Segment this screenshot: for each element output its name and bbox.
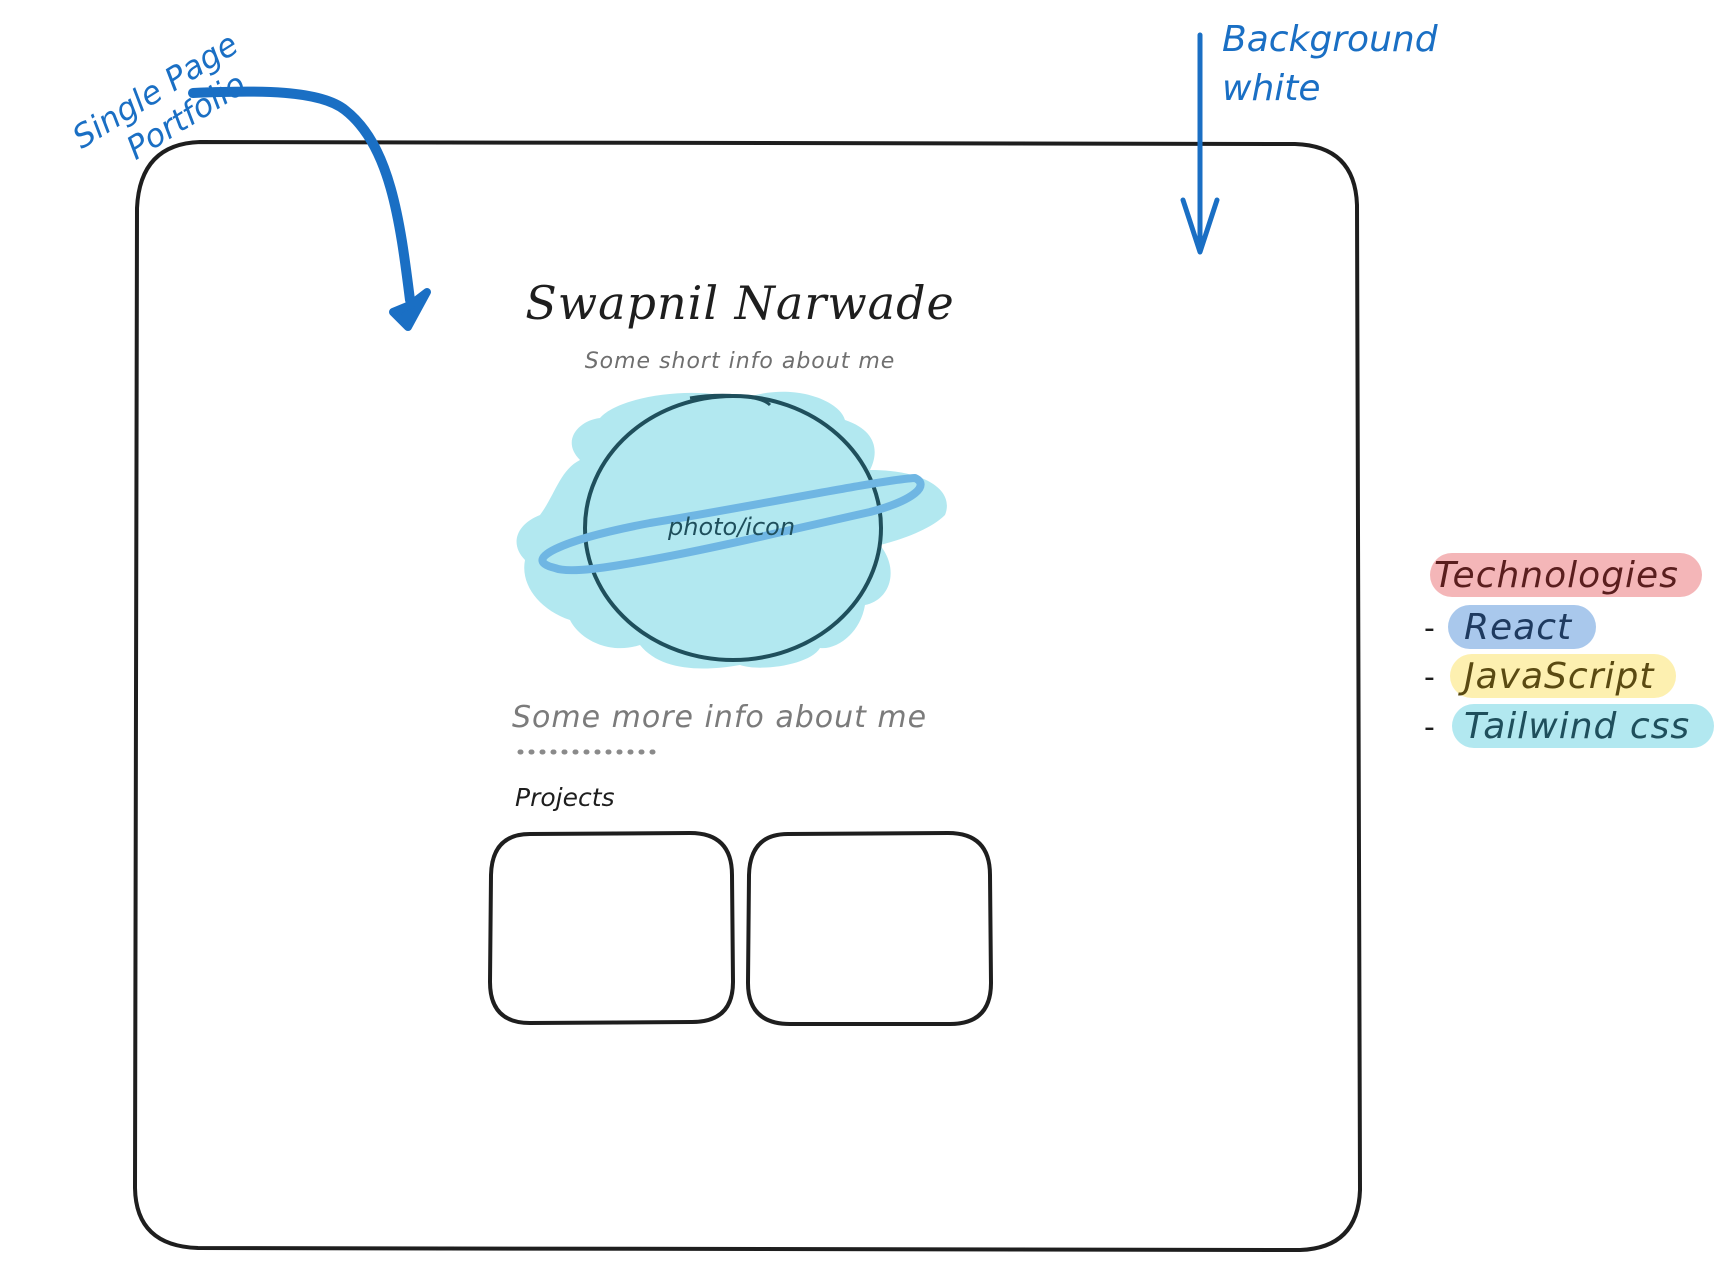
projects-heading: Projects [515,783,615,812]
project-card-1[interactable] [488,831,735,1025]
portfolio-arrow [188,86,415,305]
tech-dash: - [1424,611,1435,646]
tech-dash: - [1424,660,1435,695]
photo-icon-placeholder[interactable]: photo/icon [668,513,795,541]
more-info: Some more info about me [512,700,928,735]
tech-react-label: React [1464,607,1573,648]
annotation-white: white [1222,67,1321,109]
background-white-annotation: Background white [1222,16,1438,113]
short-info: Some short info about me [584,349,896,374]
tech-dash: - [1424,710,1435,745]
tech-javascript-label: JavaScript [1464,656,1655,697]
page-title: Swapnil Narwade [525,276,955,330]
annotation-background: Background [1222,19,1438,60]
technologies-title-label: Technologies [1434,555,1679,596]
project-card-2[interactable] [746,831,993,1026]
tech-tailwind-label: Tailwind css [1464,706,1691,747]
